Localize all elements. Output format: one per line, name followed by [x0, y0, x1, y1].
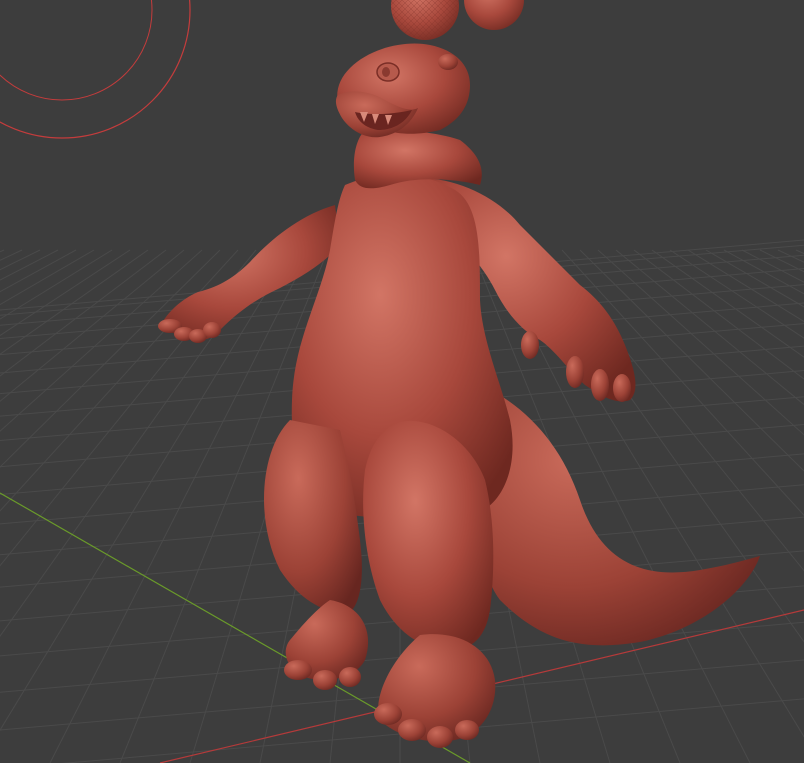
grid-line: [0, 249, 23, 261]
model-right-foot[interactable]: [374, 634, 496, 748]
grid-line: [777, 249, 804, 263]
brush-radius-inner-circle: [0, 0, 153, 101]
grid-line: [0, 249, 113, 320]
grid-line: [0, 249, 167, 377]
sphere-right[interactable]: [464, 0, 524, 30]
viewport-canvas[interactable]: [0, 0, 804, 763]
grid-line: [0, 249, 95, 306]
grid-line: [0, 249, 41, 271]
grid-line: [705, 249, 804, 308]
grid-line: [0, 249, 59, 281]
sphere-left-wire: [391, 0, 459, 40]
grid-line: [633, 249, 804, 380]
3d-viewport[interactable]: [0, 0, 804, 763]
grid-line: [795, 249, 804, 255]
model-neck[interactable]: [353, 130, 482, 189]
grid-line: [669, 249, 804, 339]
model-left-foot[interactable]: [284, 600, 369, 690]
grid-line: [651, 249, 804, 358]
floating-spheres[interactable]: [391, 0, 524, 40]
model-eye-pupil: [382, 67, 390, 77]
grid-line: [615, 249, 804, 406]
grid-line: [0, 249, 293, 732]
brush-radius-outer-circle: [0, 0, 191, 139]
model-ear: [438, 54, 458, 70]
